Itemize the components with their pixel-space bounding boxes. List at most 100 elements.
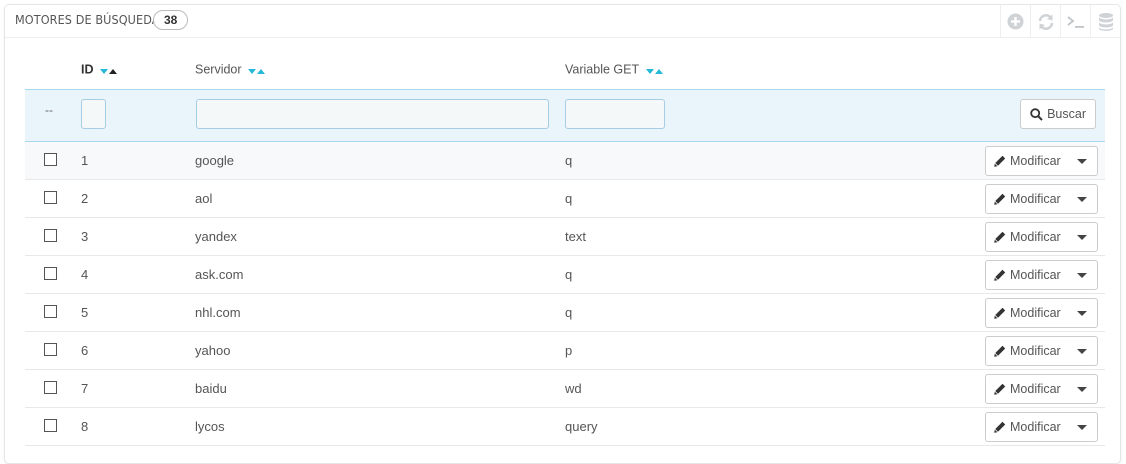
export-sql-button[interactable] bbox=[1090, 5, 1120, 38]
column-label-get-variable: Variable GET bbox=[565, 62, 640, 77]
filter-id-input[interactable] bbox=[81, 99, 106, 129]
row-checkbox[interactable] bbox=[44, 153, 57, 166]
column-header-server: Servidor bbox=[195, 62, 266, 77]
sql-query-button[interactable] bbox=[1060, 5, 1090, 38]
edit-button[interactable]: Modificar bbox=[986, 223, 1067, 251]
row-id: 8 bbox=[81, 419, 89, 434]
edit-button-label: Modificar bbox=[1010, 154, 1061, 168]
table-header: ID Servidor Variable GET bbox=[25, 51, 1105, 85]
caret-down-icon bbox=[1077, 310, 1087, 316]
row-actions: Modificar bbox=[985, 222, 1098, 252]
pencil-icon bbox=[994, 345, 1006, 357]
row-id: 7 bbox=[81, 381, 89, 396]
sort-desc-icon[interactable] bbox=[99, 68, 108, 74]
edit-button[interactable]: Modificar bbox=[986, 337, 1067, 365]
pencil-icon bbox=[994, 421, 1006, 433]
row-checkbox[interactable] bbox=[44, 419, 57, 432]
caret-down-icon bbox=[1077, 158, 1087, 164]
edit-button[interactable]: Modificar bbox=[986, 299, 1067, 327]
sort-asc-icon[interactable] bbox=[257, 68, 266, 74]
row-id: 2 bbox=[81, 191, 89, 206]
row-checkbox[interactable] bbox=[44, 381, 57, 394]
caret-down-icon bbox=[1077, 348, 1087, 354]
refresh-button[interactable] bbox=[1030, 5, 1060, 38]
row-get-variable: text bbox=[565, 229, 586, 244]
search-engines-panel: MOTORES DE BÚSQUEDA 38 ID Servidor Varia… bbox=[4, 4, 1121, 464]
edit-button[interactable]: Modificar bbox=[986, 185, 1067, 213]
panel-title: MOTORES DE BÚSQUEDA bbox=[15, 12, 160, 27]
row-id: 4 bbox=[81, 267, 89, 282]
table-row[interactable]: 5 nhl.com q Modificar bbox=[25, 294, 1105, 332]
row-get-variable: p bbox=[565, 343, 573, 358]
edit-button-label: Modificar bbox=[1010, 192, 1061, 206]
row-actions: Modificar bbox=[985, 260, 1098, 290]
row-get-variable: wd bbox=[565, 381, 582, 396]
search-button-label: Buscar bbox=[1047, 107, 1086, 121]
caret-down-icon bbox=[1077, 386, 1087, 392]
row-server: google bbox=[195, 153, 235, 168]
row-actions-dropdown-toggle[interactable] bbox=[1067, 375, 1097, 403]
caret-down-icon bbox=[1077, 196, 1087, 202]
table-row[interactable]: 2 aol q Modificar bbox=[25, 180, 1105, 218]
edit-button-label: Modificar bbox=[1010, 420, 1061, 434]
row-checkbox[interactable] bbox=[44, 343, 57, 356]
row-actions: Modificar bbox=[985, 336, 1098, 366]
sort-desc-icon[interactable] bbox=[248, 68, 257, 74]
row-id: 3 bbox=[81, 229, 89, 244]
row-actions: Modificar bbox=[985, 184, 1098, 214]
table-row[interactable]: 3 yandex text Modificar bbox=[25, 218, 1105, 256]
table-row[interactable]: 4 ask.com q Modificar bbox=[25, 256, 1105, 294]
edit-button-label: Modificar bbox=[1010, 268, 1061, 282]
row-actions-dropdown-toggle[interactable] bbox=[1067, 337, 1097, 365]
row-get-variable: q bbox=[565, 305, 573, 320]
edit-button[interactable]: Modificar bbox=[986, 375, 1067, 403]
add-icon bbox=[1007, 13, 1024, 30]
filter-server-input[interactable] bbox=[196, 99, 549, 129]
row-actions-dropdown-toggle[interactable] bbox=[1067, 299, 1097, 327]
sort-asc-icon[interactable] bbox=[108, 68, 117, 74]
table-row[interactable]: 1 google q Modificar bbox=[25, 142, 1105, 180]
row-checkbox[interactable] bbox=[44, 191, 57, 204]
row-actions: Modificar bbox=[985, 146, 1098, 176]
sort-desc-icon[interactable] bbox=[645, 68, 654, 74]
edit-button[interactable]: Modificar bbox=[986, 261, 1067, 289]
row-get-variable: q bbox=[565, 191, 573, 206]
panel-header: MOTORES DE BÚSQUEDA 38 bbox=[5, 5, 1120, 38]
refresh-icon bbox=[1038, 13, 1053, 30]
row-actions-dropdown-toggle[interactable] bbox=[1067, 261, 1097, 289]
search-button[interactable]: Buscar bbox=[1020, 99, 1096, 129]
row-actions: Modificar bbox=[985, 412, 1098, 442]
row-checkbox[interactable] bbox=[44, 267, 57, 280]
row-server: baidu bbox=[195, 381, 227, 396]
add-new-button[interactable] bbox=[1000, 5, 1030, 38]
row-checkbox[interactable] bbox=[44, 305, 57, 318]
edit-button-label: Modificar bbox=[1010, 230, 1061, 244]
row-actions-dropdown-toggle[interactable] bbox=[1067, 185, 1097, 213]
table-row[interactable]: 7 baidu wd Modificar bbox=[25, 370, 1105, 408]
pencil-icon bbox=[994, 155, 1006, 167]
sql-terminal-icon bbox=[1066, 15, 1084, 28]
filter-get-variable-input[interactable] bbox=[565, 99, 665, 129]
table-row[interactable]: 6 yahoo p Modificar bbox=[25, 332, 1105, 370]
count-badge: 38 bbox=[153, 10, 189, 30]
row-checkbox[interactable] bbox=[44, 229, 57, 242]
caret-down-icon bbox=[1077, 424, 1087, 430]
edit-button-label: Modificar bbox=[1010, 306, 1061, 320]
row-server: nhl.com bbox=[195, 305, 241, 320]
pencil-icon bbox=[994, 307, 1006, 319]
row-server: ask.com bbox=[195, 267, 244, 282]
table-row[interactable]: 8 lycos query Modificar bbox=[25, 408, 1105, 446]
sort-asc-icon[interactable] bbox=[654, 68, 663, 74]
row-actions-dropdown-toggle[interactable] bbox=[1067, 413, 1097, 441]
row-server: lycos bbox=[195, 419, 225, 434]
row-get-variable: query bbox=[565, 419, 598, 434]
row-get-variable: q bbox=[565, 153, 573, 168]
panel-toolbar bbox=[1000, 5, 1120, 38]
table-body: 1 google q Modificar 2 aol q Modificar 3… bbox=[25, 142, 1105, 446]
edit-button[interactable]: Modificar bbox=[986, 147, 1067, 175]
row-actions-dropdown-toggle[interactable] bbox=[1067, 147, 1097, 175]
edit-button[interactable]: Modificar bbox=[986, 413, 1067, 441]
caret-down-icon bbox=[1077, 234, 1087, 240]
row-server: yahoo bbox=[195, 343, 231, 358]
row-actions-dropdown-toggle[interactable] bbox=[1067, 223, 1097, 251]
